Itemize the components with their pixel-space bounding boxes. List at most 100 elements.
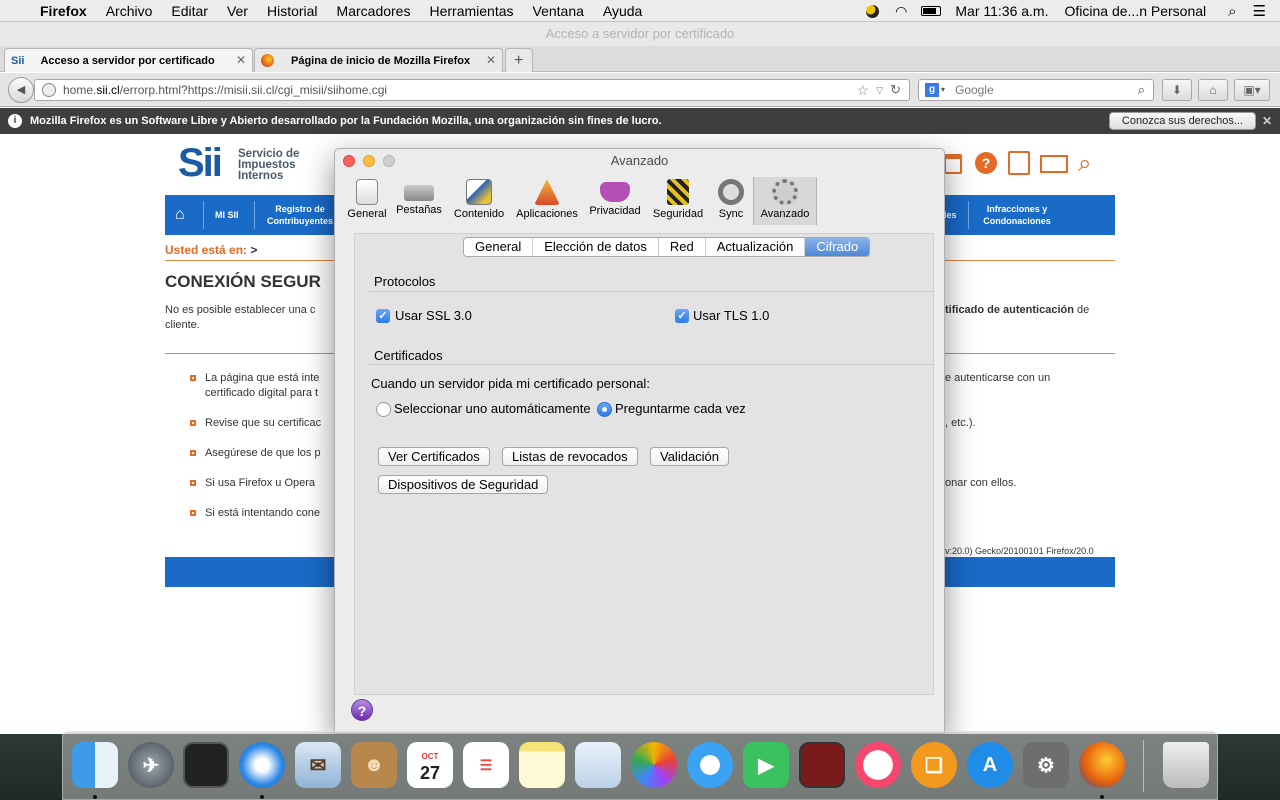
- mail-phone-icon[interactable]: [1040, 155, 1068, 173]
- calendar-icon[interactable]: [944, 154, 962, 174]
- wifi-icon[interactable]: ◠: [895, 3, 907, 20]
- calendar-icon[interactable]: OCT 27: [407, 742, 453, 788]
- menu-marcadores[interactable]: Marcadores: [337, 3, 411, 19]
- search-icon[interactable]: ⌕: [1138, 80, 1145, 100]
- ssl-checkbox[interactable]: ✓: [376, 309, 390, 323]
- menu-ventana[interactable]: Ventana: [533, 3, 584, 19]
- menu-archivo[interactable]: Archivo: [106, 3, 153, 19]
- trash-icon[interactable]: [1163, 742, 1209, 788]
- photo-booth-icon[interactable]: [183, 742, 229, 788]
- new-tab-button[interactable]: +: [505, 48, 533, 72]
- validation-button[interactable]: Validación: [650, 447, 730, 466]
- pref-tab-aplicaciones[interactable]: Aplicaciones: [515, 177, 579, 225]
- bullet-icon: [190, 510, 196, 516]
- moon-icon[interactable]: [866, 4, 880, 18]
- launchpad-icon[interactable]: ✈: [128, 742, 174, 788]
- view-certificates-button[interactable]: Ver Certificados: [378, 447, 490, 466]
- notification-center-icon[interactable]: ☰: [1253, 2, 1266, 20]
- notification-message: Mozilla Firefox es un Software Libre y A…: [30, 115, 662, 127]
- tab-acceso-servidor[interactable]: Sii Acceso a servidor por certificado ✕: [4, 48, 253, 72]
- mail-icon[interactable]: ✉: [295, 742, 341, 788]
- menu-editar[interactable]: Editar: [171, 3, 208, 19]
- nav-item-partial[interactable]: les: [944, 195, 957, 235]
- app-store-icon[interactable]: A: [967, 742, 1013, 788]
- menu-herramientas[interactable]: Herramientas: [429, 3, 513, 19]
- radio-auto-label[interactable]: Seleccionar uno automáticamente: [394, 401, 591, 416]
- finder-icon[interactable]: [72, 742, 118, 788]
- menu-historial[interactable]: Historial: [267, 3, 318, 19]
- preview-icon[interactable]: [575, 742, 621, 788]
- history-dropdown-icon[interactable]: ▽: [876, 80, 883, 100]
- photos-icon[interactable]: [631, 742, 677, 788]
- subtab-control: General Elección de datos Red Actualizac…: [463, 237, 871, 257]
- help-icon[interactable]: ?: [975, 152, 997, 174]
- subtab-cifrado[interactable]: Cifrado: [805, 238, 870, 256]
- bookmark-star-icon[interactable]: ☆: [856, 80, 869, 100]
- home-button[interactable]: ⌂: [1198, 79, 1228, 101]
- facetime-icon[interactable]: ▶: [743, 742, 789, 788]
- url-bar[interactable]: home.sii.cl/errorp.html?https://misii.si…: [34, 79, 910, 101]
- documents-icon[interactable]: [1008, 151, 1030, 175]
- sii-logo-subtitle: Servicio de Impuestos Internos: [238, 148, 299, 182]
- system-preferences-icon[interactable]: ⚙: [1023, 742, 1069, 788]
- tls-checkbox[interactable]: ✓: [675, 309, 689, 323]
- url-domain: sii.cl: [96, 83, 120, 97]
- battery-icon[interactable]: [921, 6, 942, 16]
- close-notification-icon[interactable]: ✕: [1262, 108, 1272, 134]
- downloads-button[interactable]: ⬇: [1162, 79, 1192, 101]
- radio-auto-select[interactable]: [376, 402, 391, 417]
- subtab-eleccion-datos[interactable]: Elección de datos: [533, 238, 659, 256]
- google-icon[interactable]: g: [925, 83, 939, 97]
- pref-tab-avanzado[interactable]: Avanzado: [753, 177, 817, 225]
- help-button[interactable]: ?: [351, 699, 373, 721]
- nav-registro-contribuyentes[interactable]: Registro de Contribuyentes: [265, 195, 335, 235]
- nav-infracciones-condonaciones[interactable]: Infracciones y Condonaciones: [979, 195, 1055, 235]
- clock[interactable]: Mar 11:36 a.m.: [955, 3, 1048, 19]
- revocation-lists-button[interactable]: Listas de revocados: [502, 447, 638, 466]
- notes-icon[interactable]: [519, 742, 565, 788]
- tab-label: Acceso a servidor por certificado: [40, 54, 215, 67]
- menu-app-name[interactable]: Firefox: [40, 3, 87, 19]
- pref-tab-privacidad[interactable]: Privacidad: [583, 177, 647, 225]
- bullet-text-right: e autenticarse con un: [945, 372, 1051, 384]
- pref-tab-contenido[interactable]: Contenido: [447, 177, 511, 225]
- safari-icon[interactable]: [239, 742, 285, 788]
- subtab-red[interactable]: Red: [659, 238, 706, 256]
- navigation-bar: ◀ home.sii.cl/errorp.html?https://misii.…: [0, 73, 1280, 107]
- firefox-icon[interactable]: [1079, 742, 1125, 788]
- search-bar[interactable]: g ▾ Google ⌕: [918, 79, 1154, 101]
- user-menu[interactable]: Oficina de...n Personal: [1065, 3, 1207, 19]
- close-tab-icon[interactable]: ✕: [486, 53, 496, 67]
- tab-mozilla-inicio[interactable]: Página de inicio de Mozilla Firefox ✕: [254, 48, 503, 72]
- close-tab-icon[interactable]: ✕: [236, 53, 246, 67]
- radio-ask-label[interactable]: Preguntarme cada vez: [615, 401, 746, 416]
- security-devices-button[interactable]: Dispositivos de Seguridad: [378, 475, 549, 494]
- spotlight-icon[interactable]: ⌕: [1228, 3, 1236, 20]
- bullet-icon: [190, 375, 196, 381]
- home-nav-icon[interactable]: ⌂: [175, 195, 185, 235]
- back-button[interactable]: ◀: [8, 77, 34, 103]
- pref-tab-label: General: [347, 208, 387, 220]
- url-prefix: home.: [63, 83, 97, 97]
- menu-ver[interactable]: Ver: [227, 3, 248, 19]
- reload-icon[interactable]: ↻: [890, 80, 901, 100]
- subtab-general[interactable]: General: [464, 238, 534, 256]
- know-your-rights-button[interactable]: Conozca sus derechos...: [1108, 112, 1256, 130]
- photo-booth-icon[interactable]: [799, 742, 845, 788]
- radio-ask-every-time[interactable]: [597, 402, 612, 417]
- bookmarks-menu-button[interactable]: ▣▾: [1234, 79, 1270, 101]
- reminders-icon[interactable]: ☰: [463, 742, 509, 788]
- tls-label[interactable]: Usar TLS 1.0: [693, 308, 769, 323]
- itunes-icon[interactable]: ♪: [855, 742, 901, 788]
- menu-ayuda[interactable]: Ayuda: [603, 3, 642, 19]
- contacts-icon[interactable]: ☻: [351, 742, 397, 788]
- subtab-actualizacion[interactable]: Actualización: [706, 238, 806, 256]
- search-icon[interactable]: ⌕: [1078, 150, 1091, 178]
- messages-icon[interactable]: [687, 742, 733, 788]
- nav-mi-sii[interactable]: MI SII: [215, 195, 239, 235]
- ssl-label[interactable]: Usar SSL 3.0: [395, 308, 472, 323]
- search-engine-dropdown-icon[interactable]: ▾: [941, 80, 945, 100]
- ibooks-icon[interactable]: ❑: [911, 742, 957, 788]
- pref-tab-pestanas[interactable]: Pestañas: [387, 177, 451, 225]
- sii-logo[interactable]: Sii: [178, 141, 223, 186]
